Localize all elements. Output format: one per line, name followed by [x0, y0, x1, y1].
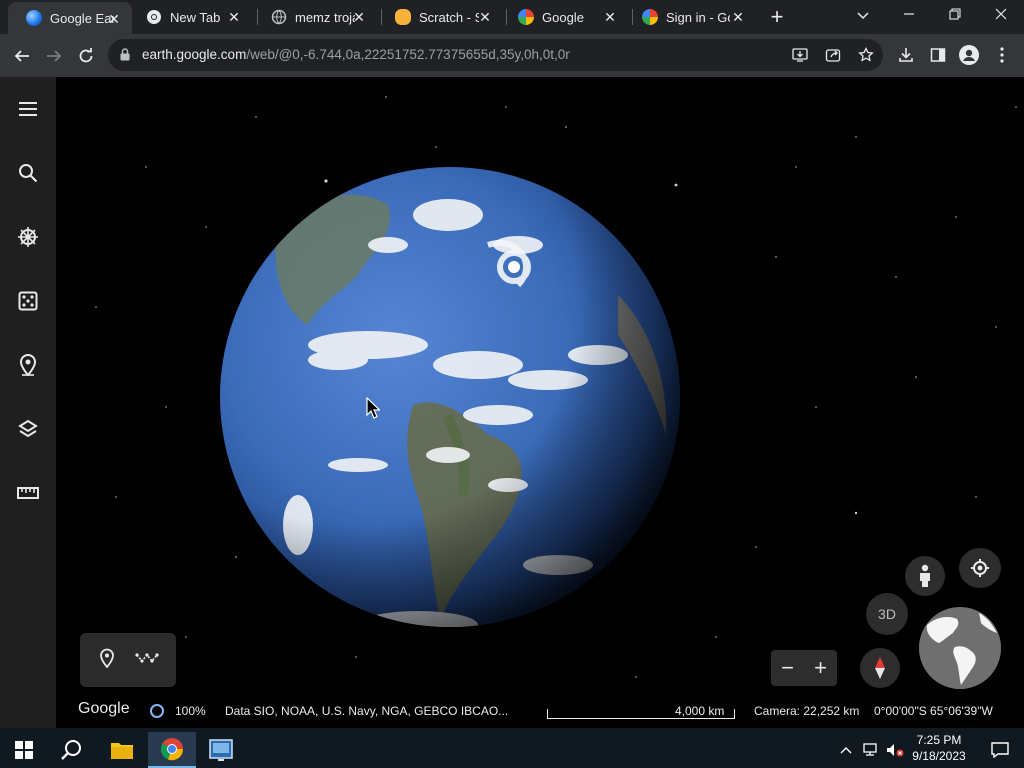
tab-sign-in[interactable]: Sign in - Google ✕: [624, 0, 756, 34]
voyager-icon[interactable]: [14, 223, 42, 251]
mouse-cursor: [366, 397, 380, 419]
measure-ruler-icon[interactable]: [14, 479, 42, 507]
notification-center-icon[interactable]: [976, 732, 1024, 768]
add-placemark-toolbar: [80, 633, 176, 687]
network-icon[interactable]: [860, 732, 882, 768]
web-globe-icon: [271, 9, 287, 25]
taskbar-clock[interactable]: 7:25 PM 9/18/2023: [906, 732, 972, 764]
map-style-layers-icon[interactable]: [14, 415, 42, 443]
draw-path-icon[interactable]: [134, 651, 159, 670]
scale-label: 4,000 km: [675, 704, 725, 718]
compass-button[interactable]: [860, 648, 900, 688]
tab-google[interactable]: Google ✕: [500, 0, 628, 34]
close-tab-icon[interactable]: ✕: [226, 9, 242, 25]
earth-viewport[interactable]: 3D − + Google 100% Data SIO, NOAA, U.S. …: [0, 77, 1024, 728]
google-logo: Google: [78, 700, 130, 717]
screen-app-taskbar-icon[interactable]: [197, 732, 245, 768]
feeling-lucky-dice-icon[interactable]: [14, 287, 42, 315]
menu-icon[interactable]: [14, 95, 42, 123]
download-icon[interactable]: [895, 44, 917, 66]
install-app-icon[interactable]: [790, 45, 810, 65]
windows-start-icon[interactable]: [0, 732, 48, 768]
zoom-in-button[interactable]: +: [814, 655, 827, 681]
profile-avatar-icon[interactable]: [958, 44, 980, 66]
file-explorer-icon[interactable]: [98, 732, 146, 768]
minimap-globe-icon: [919, 607, 1001, 689]
address-bar[interactable]: earth.google.com/web/@0,-6.744,0a,222517…: [108, 39, 883, 71]
minimize-button[interactable]: [886, 0, 932, 34]
url-host: earth.google.com: [142, 47, 247, 62]
address-url[interactable]: earth.google.com/web/@0,-6.744,0a,222517…: [142, 47, 570, 62]
lock-icon[interactable]: [120, 48, 130, 66]
street-view-pegman-button[interactable]: [905, 556, 945, 596]
share-icon[interactable]: [823, 45, 843, 65]
data-credits[interactable]: Data SIO, NOAA, U.S. Navy, NGA, GEBCO IB…: [225, 704, 508, 718]
earth-globe[interactable]: [218, 165, 682, 629]
close-tab-icon[interactable]: ✕: [351, 9, 367, 25]
side-panel-icon[interactable]: [927, 44, 949, 66]
google-earth-icon: [26, 10, 42, 26]
tab-google-earth[interactable]: Google Earth ✕: [8, 2, 132, 34]
forward-button[interactable]: [40, 42, 68, 70]
loading-ring-icon: [149, 703, 165, 722]
chrome-icon: [146, 9, 162, 25]
close-tab-icon[interactable]: ✕: [730, 9, 746, 25]
clock-time: 7:25 PM: [916, 733, 962, 747]
earth-left-rail: [0, 77, 56, 728]
my-location-icon: [971, 559, 989, 577]
projects-pin-icon[interactable]: [14, 351, 42, 379]
zoom-out-button[interactable]: −: [781, 655, 794, 681]
toggle-3d-label: 3D: [878, 606, 896, 622]
earth-status-bar: Google 100% Data SIO, NOAA, U.S. Navy, N…: [56, 697, 1024, 725]
compass-icon: [875, 657, 885, 679]
my-location-button[interactable]: [959, 548, 1001, 588]
tab-title: Sign in - Google: [666, 9, 730, 25]
add-placemark-icon[interactable]: [98, 648, 116, 673]
chrome-menu-icon[interactable]: [991, 44, 1013, 66]
bookmark-star-icon[interactable]: [856, 45, 876, 65]
search-icon[interactable]: [14, 159, 42, 187]
browser-toolbar: earth.google.com/web/@0,-6.744,0a,222517…: [0, 34, 1024, 77]
scratch-icon: [395, 9, 411, 25]
cursor-coordinates: 0°00'00"S 65°06'39"W: [874, 704, 993, 718]
taskbar-search-icon[interactable]: [48, 732, 96, 768]
tab-memz[interactable]: memz trojan ✕: [253, 0, 377, 34]
clock-date: 9/18/2023: [912, 749, 966, 763]
tab-title: memz trojan: [295, 9, 355, 25]
close-tab-icon[interactable]: ✕: [106, 11, 122, 27]
url-path: /web/@0,-6.744,0a,22251752.77375655d,35y…: [246, 47, 570, 62]
tab-new-tab[interactable]: New Tab ✕: [128, 0, 252, 34]
show-hidden-icons-chevron-icon[interactable]: [836, 732, 856, 768]
tab-title: Google Earth: [50, 10, 114, 26]
close-tab-icon[interactable]: ✕: [602, 9, 618, 25]
tab-search-button[interactable]: [840, 0, 886, 34]
browser-tab-strip: Google Earth ✕ New Tab ✕ memz trojan ✕ S…: [0, 0, 1024, 34]
new-tab-button[interactable]: +: [766, 6, 788, 28]
overview-minimap[interactable]: [919, 607, 1001, 689]
windows-taskbar: 7:25 PM 9/18/2023: [0, 728, 1024, 768]
toggle-3d-button[interactable]: 3D: [866, 593, 908, 635]
google-g-icon: [518, 9, 534, 25]
back-button[interactable]: [8, 42, 36, 70]
chrome-taskbar-icon[interactable]: [148, 732, 196, 768]
close-window-button[interactable]: [978, 0, 1024, 34]
restore-button[interactable]: [932, 0, 978, 34]
close-tab-icon[interactable]: ✕: [477, 9, 493, 25]
camera-altitude: Camera: 22,252 km: [754, 704, 860, 718]
google-g-icon: [642, 9, 658, 25]
pegman-icon: [920, 564, 930, 587]
loading-percent: 100%: [175, 704, 206, 718]
volume-muted-icon[interactable]: [884, 732, 906, 768]
reload-button[interactable]: [72, 42, 100, 70]
tab-title: Scratch - Search: [419, 9, 479, 25]
tab-scratch[interactable]: Scratch - Search ✕: [377, 0, 503, 34]
zoom-controls: − +: [771, 650, 837, 686]
